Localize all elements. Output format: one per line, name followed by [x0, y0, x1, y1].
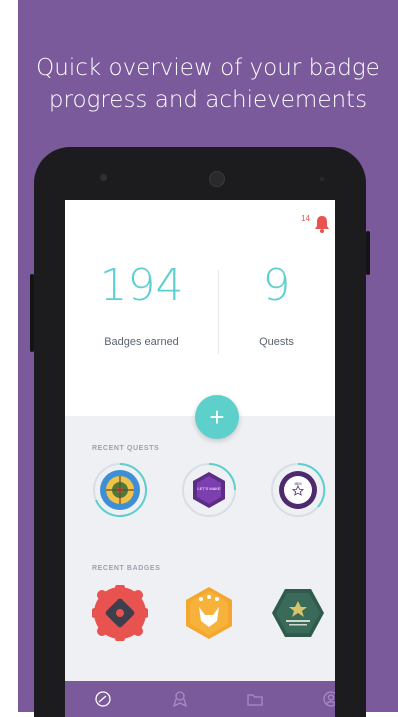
notification-count: 14 [301, 214, 310, 223]
phone-side-button [30, 274, 34, 352]
recent-quests-title: RECENT QUESTS [92, 445, 160, 452]
phone-volume-button [366, 231, 370, 275]
add-button[interactable]: + [195, 395, 239, 439]
phone-sensor [320, 177, 324, 181]
target-badge-icon [93, 463, 147, 517]
promo-headline: Quick overview of your badge progress an… [18, 52, 398, 116]
quests-value: 9 [262, 260, 291, 311]
quest-item-3[interactable]: IBM [270, 462, 326, 518]
headline-line-2: progress and achievements [48, 87, 368, 113]
dashboard-icon[interactable] [94, 690, 112, 708]
badge-item-2[interactable] [181, 585, 237, 641]
folder-icon[interactable] [246, 690, 264, 708]
badges-earned-value: 194 [99, 260, 184, 311]
orange-fox-badge-icon [186, 587, 232, 639]
quest-3-text: IBM [294, 481, 302, 486]
badge-item-3[interactable] [270, 585, 326, 641]
badges-icon[interactable] [171, 690, 189, 708]
phone-frame: 14 194 Badges earned 9 Quests + RECENT Q… [30, 147, 370, 717]
recent-badges-title: RECENT BADGES [92, 565, 161, 572]
quest-item-1[interactable] [92, 462, 148, 518]
quest-item-2[interactable]: LET'S MAKE [181, 462, 237, 518]
profile-icon[interactable] [322, 690, 335, 708]
stats-panel: 14 194 Badges earned 9 Quests [65, 200, 335, 416]
badges-earned-label: Badges earned [104, 336, 179, 348]
front-camera [100, 174, 107, 181]
app-screen: 14 194 Badges earned 9 Quests + RECENT Q… [65, 200, 335, 717]
bell-icon[interactable] [313, 214, 331, 234]
badge-item-1[interactable] [90, 583, 150, 643]
red-scalloped-badge-icon [90, 583, 150, 643]
headline-line-1: Quick overview of your badge [36, 55, 380, 81]
green-hexagon-badge-icon [272, 589, 324, 637]
quest-2-text: LET'S MAKE [197, 486, 221, 491]
quests-label: Quests [259, 336, 294, 348]
phone-speaker [209, 171, 225, 187]
circle-star-badge-icon [271, 462, 326, 517]
